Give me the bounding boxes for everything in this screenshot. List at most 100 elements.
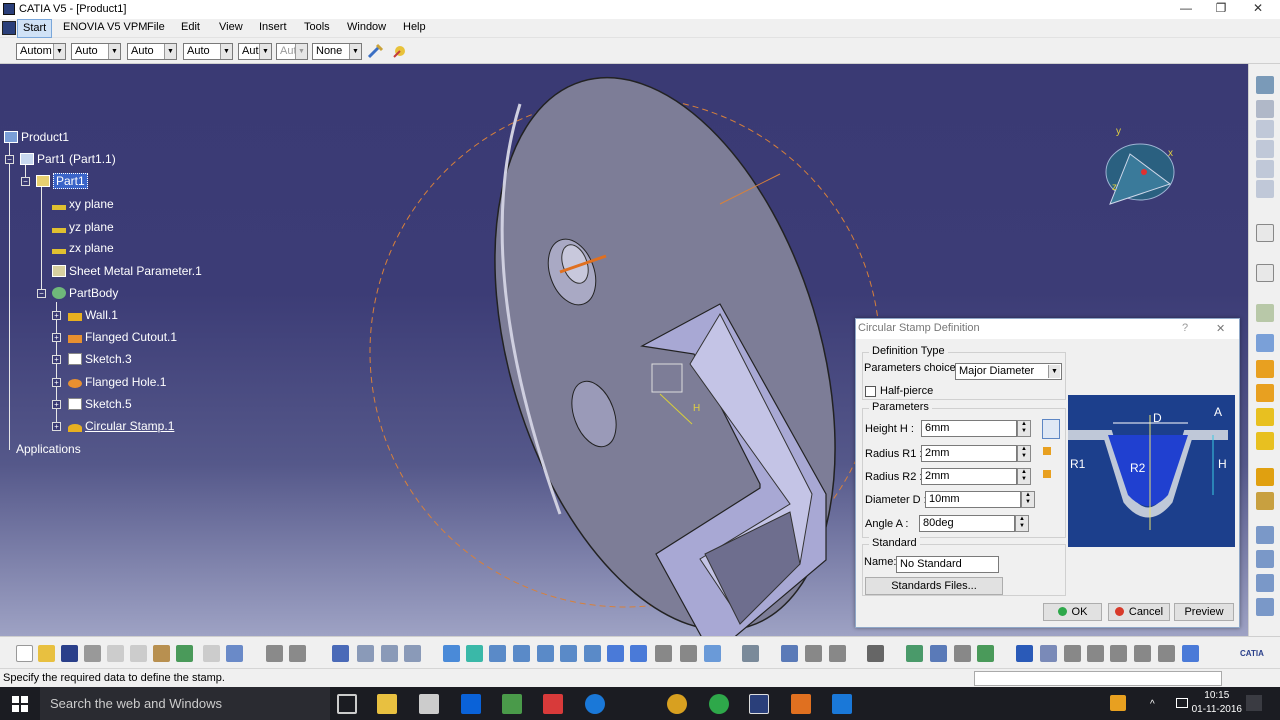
comment-icon[interactable] [289,645,306,662]
stack-icon[interactable] [1158,645,1175,662]
app-green-icon[interactable] [502,694,522,714]
dialog-close-button[interactable]: ✕ [1216,322,1225,335]
multi-view-icon[interactable] [607,645,624,662]
save-icon[interactable] [61,645,78,662]
collapse-icon[interactable]: − [5,155,14,164]
sketcher-icon[interactable] [1256,264,1274,282]
half-pierce-checkbox[interactable] [865,386,876,397]
catia-taskbar-icon[interactable] [749,694,769,714]
collapse-icon[interactable]: − [21,177,30,186]
notifications-icon[interactable] [1246,695,1262,711]
tray-chevron-icon[interactable]: ^ [1150,699,1155,710]
rolled-walls-icon[interactable] [1256,140,1274,158]
tree-flanged-hole[interactable]: Flanged Hole.1 [68,375,166,389]
linetype-combo[interactable]: Auto ▼ [183,43,233,60]
ok-button[interactable]: OK [1043,603,1102,621]
catalog-icon[interactable] [357,645,374,662]
capture-icon[interactable] [867,645,884,662]
sketch-analysis-icon[interactable] [381,645,398,662]
app-orange-icon[interactable] [791,694,811,714]
graphic-properties-icon[interactable] [391,42,409,60]
stamping-icon[interactable] [1256,384,1274,402]
unfolding-icon[interactable] [1256,160,1274,178]
height-field[interactable]: 6mm [921,420,1017,437]
store-icon[interactable] [419,694,439,714]
utorrent-icon[interactable] [709,694,729,714]
curvature-analysis-icon[interactable] [829,645,846,662]
menu-view[interactable]: View [219,21,243,33]
folding-icon[interactable] [1256,180,1274,198]
wifi-icon[interactable] [1176,698,1188,708]
tree-product1[interactable]: Product1 [4,130,69,144]
radius-r1-formula-icon[interactable] [1043,447,1051,455]
point-symbol-combo[interactable]: Aut ▼ [238,43,272,60]
hole-icon[interactable] [1256,334,1274,352]
tree-xy-plane[interactable]: xy plane [52,197,114,211]
preview-button[interactable]: Preview [1174,603,1234,621]
walls-icon[interactable] [1256,100,1274,118]
normal-view-icon[interactable] [584,645,601,662]
radius-r2-field[interactable]: 2mm [921,468,1017,485]
scale-icon[interactable] [1064,645,1081,662]
select-arrow-icon[interactable] [1256,224,1274,242]
circular-pattern-icon[interactable] [1256,550,1274,568]
undo-icon[interactable] [176,645,193,662]
menu-enovia[interactable]: ENOVIA V5 VPM [63,21,147,33]
help-button[interactable]: ? [1182,322,1188,334]
whats-this-icon[interactable] [226,645,243,662]
cut-icon[interactable] [107,645,124,662]
chamfer-icon[interactable] [1256,492,1274,510]
standards-files-button[interactable]: Standards Files... [865,577,1003,595]
shading-icon[interactable] [655,645,672,662]
formula-icon[interactable] [266,645,283,662]
zoom-out-icon[interactable] [560,645,577,662]
transparency-combo[interactable]: Auto ▼ [71,43,121,60]
distribute-icon[interactable] [1134,645,1151,662]
cutout-icon[interactable] [1256,304,1274,322]
knowledge-icon[interactable] [930,645,947,662]
copy-icon[interactable] [130,645,147,662]
color-combo[interactable]: Autom ▼ [16,43,66,60]
flow-icon[interactable] [1016,645,1033,662]
fit-all-icon[interactable] [466,645,483,662]
flanged-cutout-toolbar-icon[interactable] [1256,360,1274,378]
cancel-button[interactable]: Cancel [1108,603,1170,621]
tree-sheet-metal-parameter[interactable]: Sheet Metal Parameter.1 [52,264,202,278]
new-icon[interactable] [16,645,33,662]
circular-stamp-toolbar-icon[interactable] [1256,408,1274,426]
sheet-metal-params-icon[interactable] [1256,76,1274,94]
hide-show-icon[interactable] [680,645,697,662]
align-icon[interactable] [1110,645,1127,662]
draft-analysis-icon[interactable] [805,645,822,662]
menu-window[interactable]: Window [347,21,386,33]
generate-icon[interactable] [977,645,994,662]
tree-zx-plane[interactable]: zx plane [52,241,114,255]
table-icon[interactable] [332,645,349,662]
menu-start[interactable]: Start [17,19,53,38]
close-button[interactable]: ✕ [1244,1,1272,17]
symmetry-icon[interactable] [1256,598,1274,616]
radius-r2-spinner[interactable]: ▲ ▼ [1017,468,1031,485]
menu-help[interactable]: Help [403,21,426,33]
minimize-button[interactable]: — [1172,1,1200,17]
expand-icon[interactable]: + [52,378,61,387]
hp-icon[interactable] [832,694,852,714]
menu-insert[interactable]: Insert [259,21,287,33]
diameter-spinner[interactable]: ▲ ▼ [1021,491,1035,508]
redo-icon[interactable] [203,645,220,662]
standard-name-field[interactable]: No Standard [896,556,999,573]
tree-part-instance[interactable]: Part1 (Part1.1) [20,152,116,166]
menu-edit[interactable]: Edit [181,21,200,33]
mirror-icon[interactable] [1256,574,1274,592]
measure-icon[interactable] [404,645,421,662]
paste-icon[interactable] [153,645,170,662]
diameter-field[interactable]: 10mm [925,491,1021,508]
chrome-icon[interactable] [667,694,687,714]
edge-icon[interactable] [585,694,605,714]
taskbar-search[interactable]: Search the web and Windows [40,687,330,720]
update-icon[interactable] [742,645,759,662]
tree-applications[interactable]: Applications [16,442,81,456]
bending-icon[interactable] [1256,120,1274,138]
parameters-choice-select[interactable]: Major Diameter ▼ [955,363,1062,380]
corner-relief-icon[interactable] [1256,468,1274,486]
